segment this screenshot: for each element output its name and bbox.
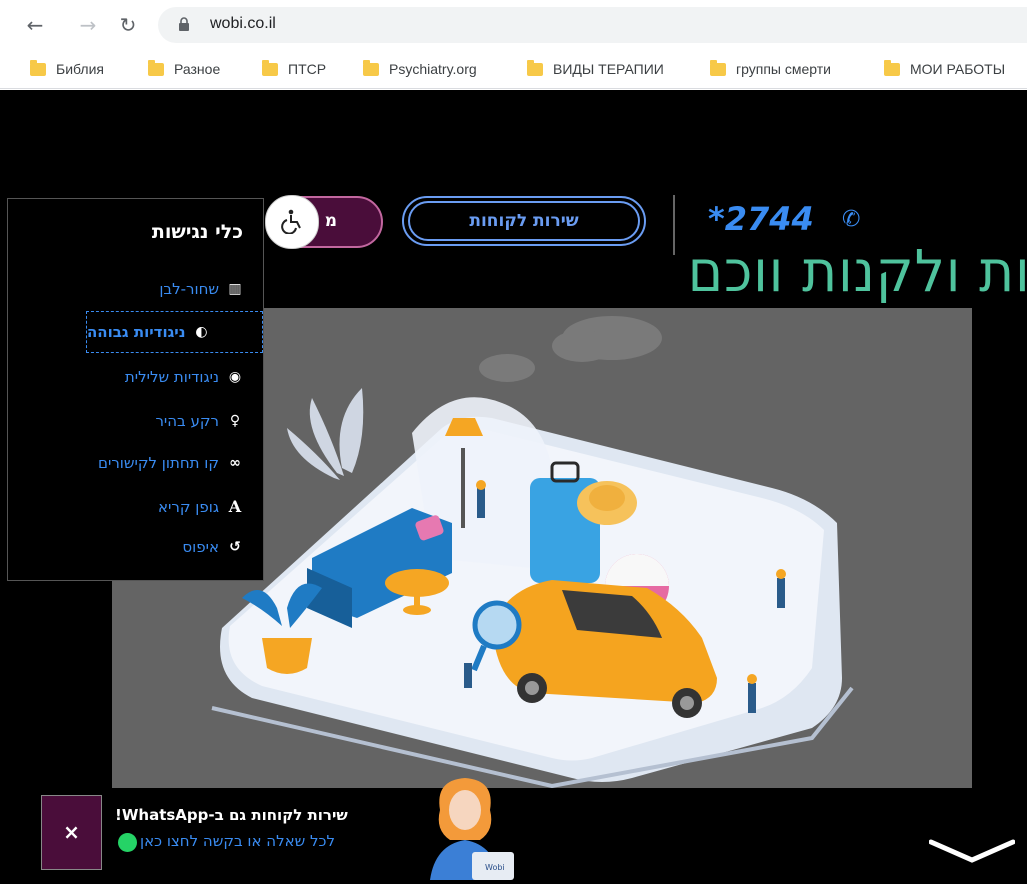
link-icon: ∞ (229, 455, 241, 471)
accessibility-item-label: קו תחתון לקישורים (98, 454, 219, 472)
login-label: מ (324, 211, 337, 231)
accessibility-toggle-button[interactable] (265, 195, 319, 249)
folder-icon (884, 59, 900, 76)
folder-icon (710, 59, 726, 76)
reload-icon[interactable]: ↻ (115, 12, 141, 38)
accessibility-item-label: ניגודיות גבוהה (87, 323, 186, 341)
accessibility-panel-title: כלי נגישות (151, 221, 243, 243)
whatsapp-title[interactable]: שירות לקוחות גם ב-WhatsApp! (115, 806, 348, 824)
accessibility-item-reset[interactable]: ↺ איפוס (182, 535, 243, 559)
accessibility-item-negative-contrast[interactable]: ◉ ניגודיות שלילית (125, 365, 243, 389)
bookmark-label: ВИДЫ ТЕРАПИИ (553, 61, 664, 77)
folder-icon (527, 59, 543, 76)
accessibility-item-underline-links[interactable]: ∞ קו תחתון לקישורים (98, 451, 243, 475)
reset-icon: ↺ (229, 539, 241, 555)
eye-icon: ◉ (228, 369, 242, 385)
header-divider (673, 195, 675, 255)
bookmark-label: ПТСР (288, 61, 327, 77)
accessibility-panel: כלי נגישות ▥ שחור-לבן ◐ ניגודיות גבוהה ◉… (7, 198, 264, 581)
accessibility-item-high-contrast[interactable]: ◐ ניגודיות גבוהה (86, 311, 263, 353)
bookmark-item[interactable]: ПТСР (262, 59, 326, 79)
bookmarks-bar: Библия Разное ПТСР Psychiatry.org ВИДЫ Т… (0, 50, 1027, 89)
font-icon: A (228, 497, 242, 516)
hero-title: ות ולקנות ווכם (688, 237, 1027, 305)
bookmark-item[interactable]: Библия (30, 59, 104, 79)
lock-icon (179, 17, 189, 31)
bookmark-item[interactable]: ВИДЫ ТЕРАПИИ (527, 59, 664, 79)
accessibility-item-label: איפוס (182, 538, 219, 556)
bookmark-label: Разное (174, 61, 221, 77)
accessibility-item-label: רקע בהיר (155, 412, 219, 430)
bookmark-item[interactable]: Psychiatry.org (363, 59, 477, 79)
accessibility-item-grayscale[interactable]: ▥ שחור-לבן (159, 277, 243, 301)
bookmark-label: МОИ РАБОТЫ (910, 61, 1006, 77)
laptop-badge-text: Wobi (485, 863, 505, 872)
browser-navbar: ← → ↻ wobi.co.il (0, 0, 1027, 50)
accessibility-item-label: שחור-לבן (159, 280, 219, 298)
accessibility-item-readable-font[interactable]: A גופן קריא (158, 495, 243, 519)
forward-icon[interactable]: → (75, 12, 101, 38)
browser-chrome: ← → ↻ wobi.co.il Библия Разное ПТСР Psyc… (0, 0, 1027, 90)
bookmark-item[interactable]: Разное (148, 59, 220, 79)
bookmark-label: группы смерти (736, 61, 831, 77)
page-content: ות ולקנות ווכם *2744 ✆ שירות לקוחות מ כל… (0, 90, 1027, 884)
scroll-down-chevron-icon[interactable] (929, 834, 1015, 864)
whatsapp-icon[interactable] (118, 833, 137, 852)
bookmark-label: Библия (56, 61, 104, 77)
bookmark-item[interactable]: группы смерти (710, 59, 831, 79)
accessibility-item-label: ניגודיות שלילית (124, 368, 219, 386)
url-text: wobi.co.il (210, 15, 276, 32)
bookmark-label: Psychiatry.org (389, 61, 477, 77)
folder-icon (262, 59, 278, 76)
barcode-icon: ▥ (228, 281, 242, 297)
accessibility-item-label: גופן קריא (158, 498, 219, 516)
whatsapp-close-button[interactable]: × (41, 795, 102, 870)
customer-service-button[interactable]: שירות לקוחות (402, 196, 646, 246)
wheelchair-icon (281, 209, 301, 234)
bookmark-item[interactable]: МОИ РАБОТЫ (884, 59, 1005, 79)
lightbulb-icon: ♀ (229, 413, 241, 429)
back-icon[interactable]: ← (22, 12, 48, 38)
whatsapp-link[interactable]: לכל שאלה או בקשה לחצו כאן (140, 832, 335, 850)
folder-icon (363, 59, 379, 76)
address-bar[interactable]: wobi.co.il (158, 7, 1027, 43)
customer-service-label: שירות לקוחות (408, 201, 640, 241)
folder-icon (30, 59, 46, 76)
phone-number[interactable]: *2744 (708, 200, 814, 238)
folder-icon (148, 59, 164, 76)
phone-icon: ✆ (842, 207, 861, 232)
accessibility-item-light-background[interactable]: ♀ רקע בהיר (155, 409, 243, 433)
half-circle-icon: ◐ (195, 324, 208, 340)
support-agent-illustration: Wobi (430, 778, 514, 880)
